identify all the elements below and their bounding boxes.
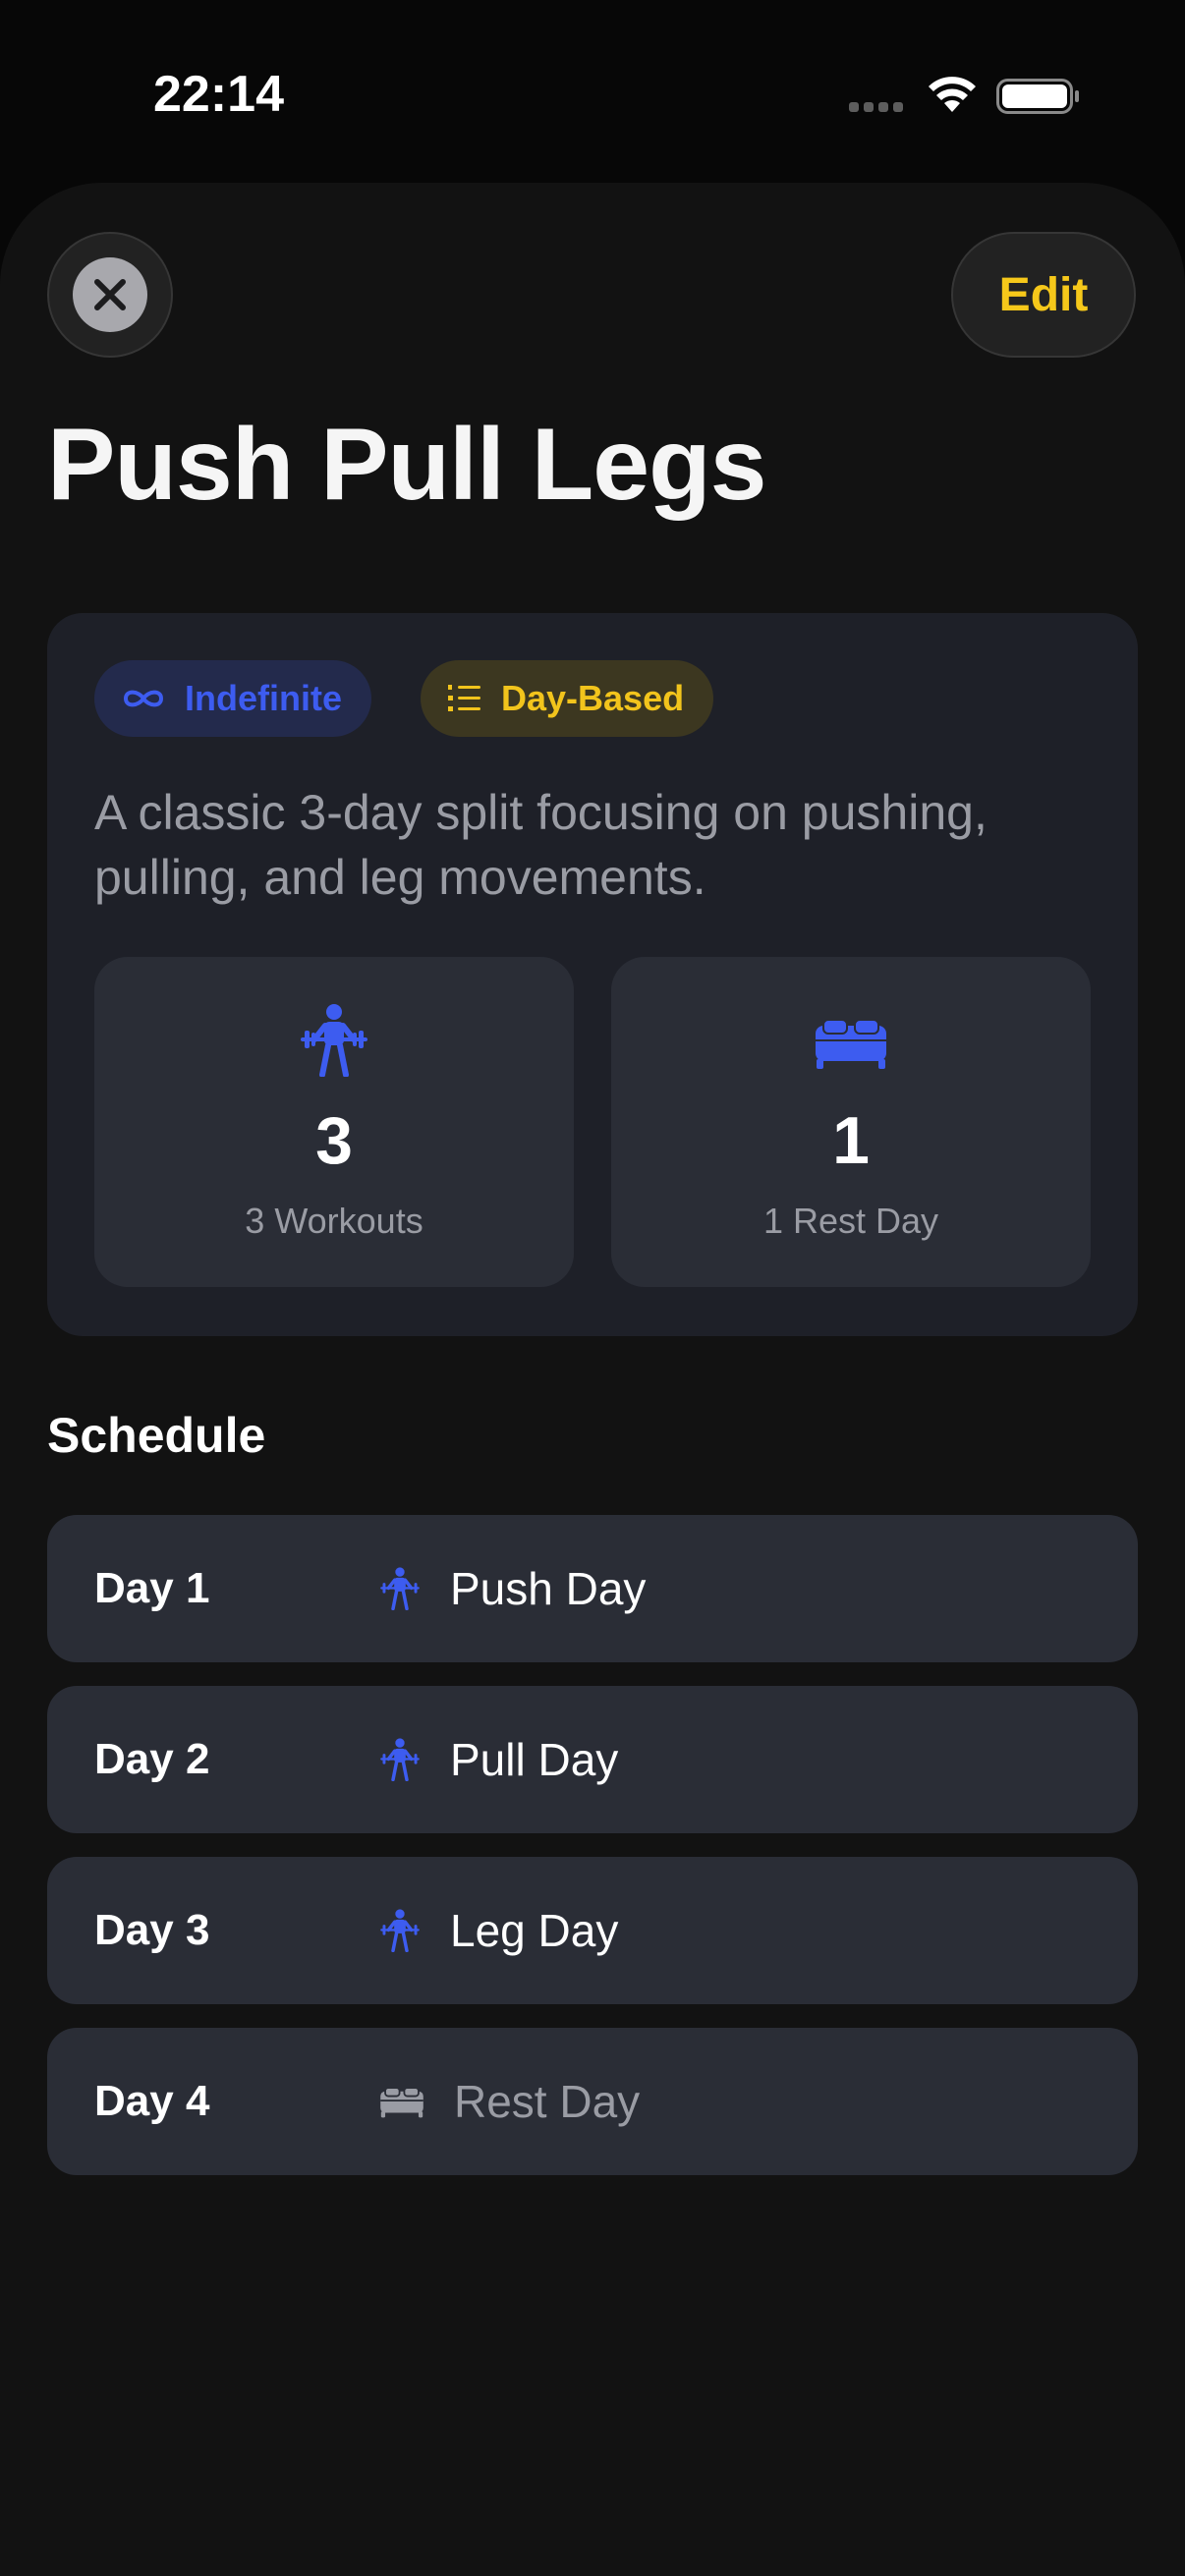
- plan-detail-sheet: Edit Push Pull Legs Indefinite Day-Based…: [0, 183, 1185, 2576]
- numbered-list-icon: [448, 685, 480, 711]
- rest-days-label: 1 Rest Day: [762, 1201, 939, 1241]
- rest-days-stat-tile: 1 1 Rest Day: [611, 957, 1091, 1287]
- screen: 22:14 Edit Push Pull Legs Indefinite Day…: [0, 0, 1185, 2576]
- workout-name: Leg Day: [450, 1905, 619, 1956]
- xmark-icon: [94, 279, 126, 310]
- schedule-row-day-3[interactable]: Day 3 Leg Day: [47, 1857, 1138, 2004]
- plan-info-card: Indefinite Day-Based A classic 3-day spl…: [47, 613, 1138, 1336]
- close-icon-circle: [73, 257, 147, 332]
- weightlifter-icon: [380, 1567, 420, 1610]
- weightlifter-icon: [301, 1004, 367, 1077]
- page-title: Push Pull Legs: [47, 408, 766, 522]
- cellular-signal-icon: [849, 102, 903, 112]
- status-time: 22:14: [153, 66, 284, 123]
- edit-button[interactable]: Edit: [951, 232, 1136, 358]
- schedule-row-day-2[interactable]: Day 2 Pull Day: [47, 1686, 1138, 1833]
- workouts-count: 3: [315, 1103, 353, 1178]
- weightlifter-icon: [380, 1738, 420, 1781]
- day-based-badge-label: Day-Based: [501, 678, 685, 718]
- indefinite-badge-label: Indefinite: [185, 678, 342, 718]
- rest-day-name: Rest Day: [454, 2076, 641, 2127]
- day-based-badge: Day-Based: [421, 660, 714, 737]
- day-number: Day 1: [94, 1564, 210, 1612]
- bed-icon: [816, 1019, 886, 1069]
- day-number: Day 3: [94, 1906, 210, 1954]
- schedule-heading: Schedule: [47, 1408, 266, 1463]
- schedule-row-day-1[interactable]: Day 1 Push Day: [47, 1515, 1138, 1662]
- bed-icon: [380, 2087, 423, 2118]
- indefinite-badge: Indefinite: [94, 660, 371, 737]
- workouts-label: 3 Workouts: [245, 1201, 423, 1241]
- status-bar: 22:14: [0, 0, 1185, 187]
- day-number: Day 4: [94, 2077, 210, 2125]
- day-number: Day 2: [94, 1735, 210, 1783]
- rest-days-count: 1: [832, 1103, 870, 1178]
- close-button[interactable]: [47, 232, 173, 358]
- plan-description: A classic 3-day split focusing on pushin…: [94, 785, 988, 905]
- battery-icon: [996, 79, 1079, 114]
- workout-name: Pull Day: [450, 1734, 619, 1785]
- workout-name: Push Day: [450, 1563, 647, 1614]
- wifi-icon: [929, 77, 976, 112]
- weightlifter-icon: [380, 1909, 420, 1952]
- infinity-icon: [123, 690, 164, 707]
- schedule-row-day-4[interactable]: Day 4 Rest Day: [47, 2028, 1138, 2175]
- workouts-stat-tile: 3 3 Workouts: [94, 957, 574, 1287]
